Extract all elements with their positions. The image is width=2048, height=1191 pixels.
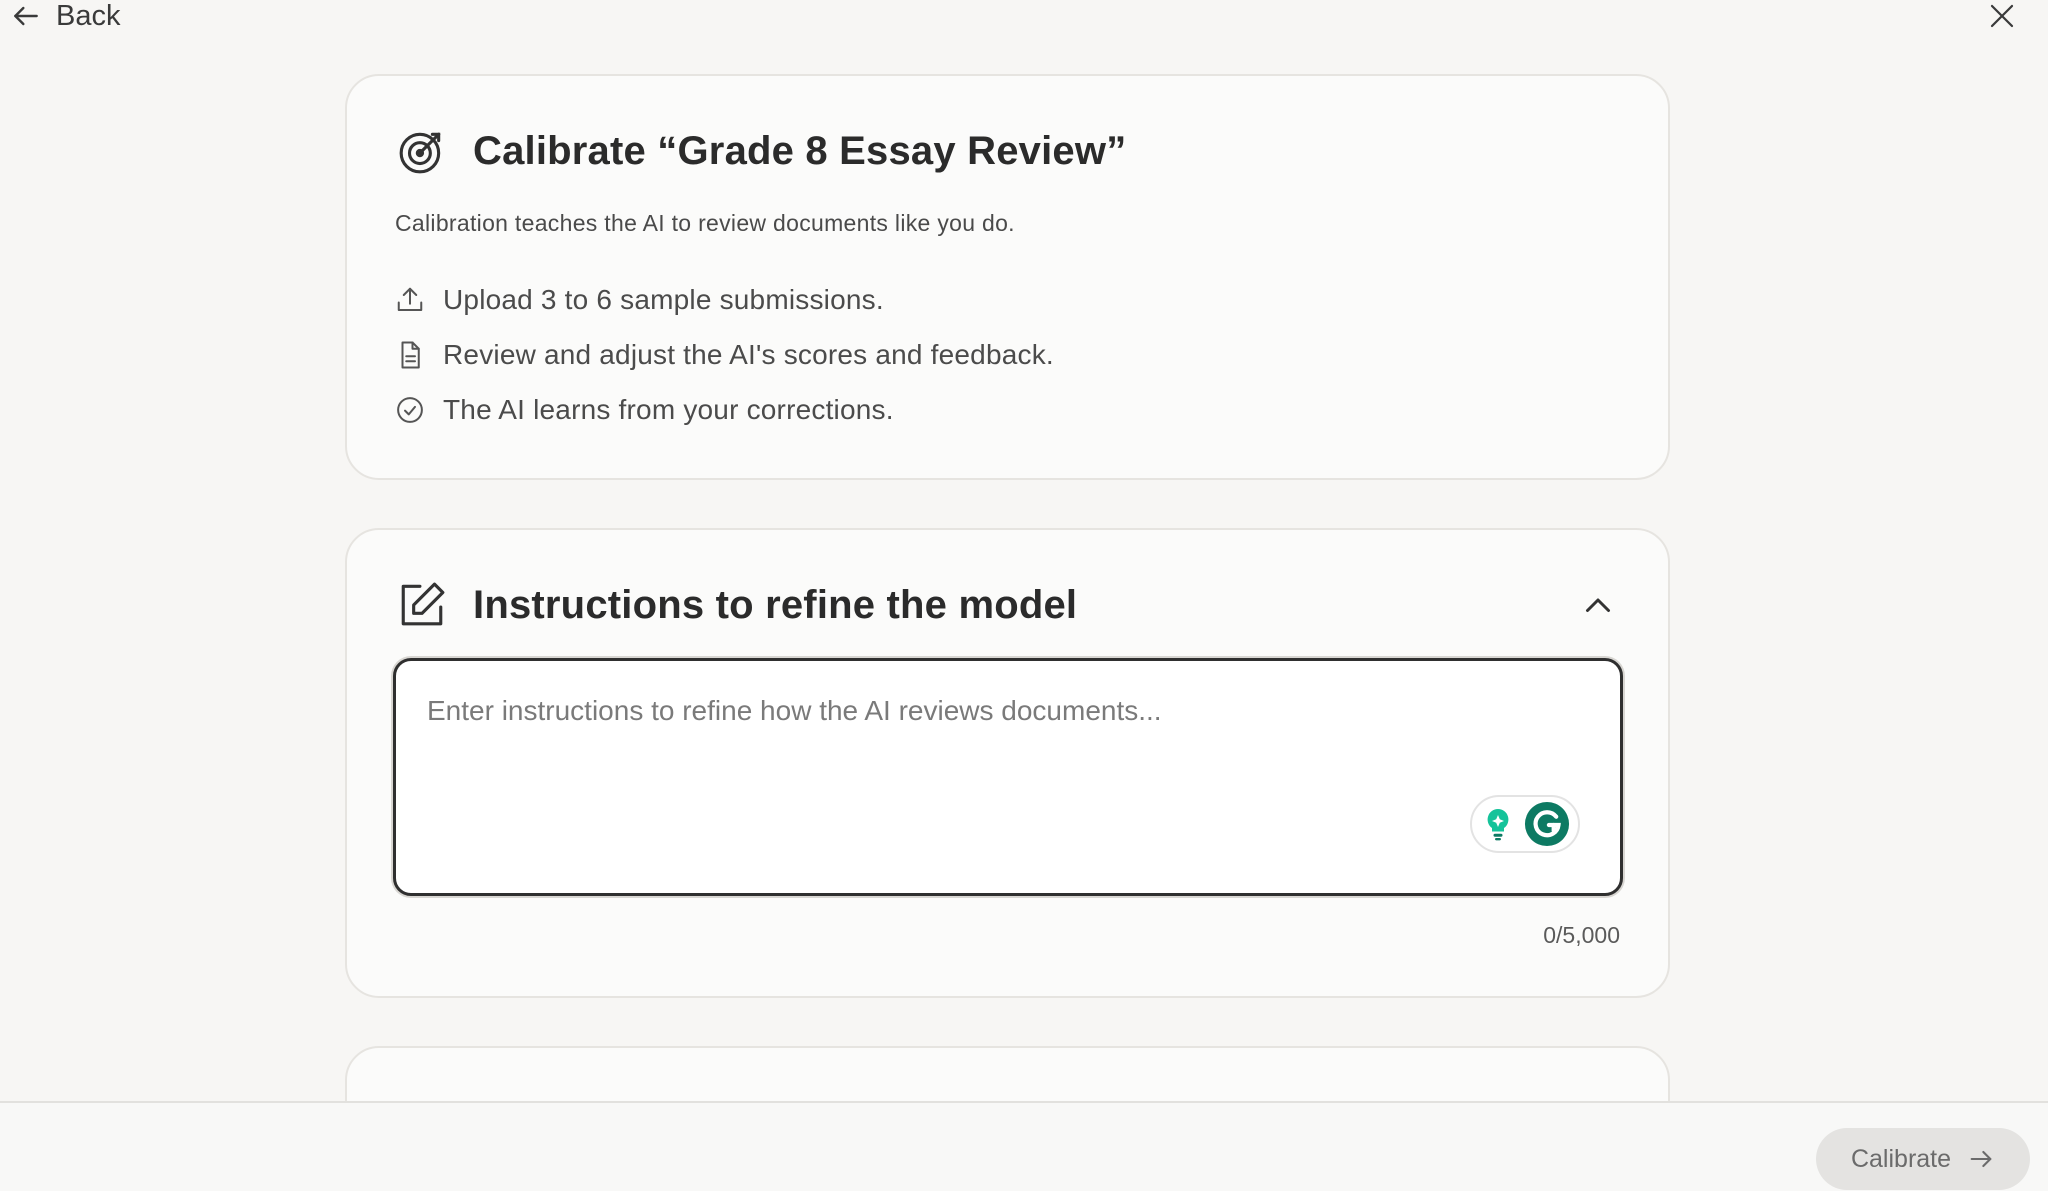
step-learn: The AI learns from your corrections.: [395, 382, 1054, 437]
step-text: Review and adjust the AI's scores and fe…: [443, 338, 1054, 370]
calibrate-button[interactable]: Calibrate: [1816, 1128, 2030, 1190]
edit-icon: [397, 580, 447, 630]
calibrate-label: Calibrate: [1850, 1144, 1952, 1173]
calibration-description: Calibration teaches the AI to review doc…: [395, 210, 1015, 236]
bottom-action-bar: Calibrate: [0, 1101, 2048, 1191]
check-circle-icon: [395, 395, 425, 425]
collapse-button[interactable]: [1578, 586, 1618, 626]
back-button[interactable]: Back: [10, 0, 120, 32]
instructions-card: Instructions to refine the model Enter i…: [345, 528, 1670, 998]
target-icon: [397, 126, 447, 176]
close-button[interactable]: [1986, 0, 2018, 32]
arrow-right-icon: [1970, 1150, 1992, 1168]
instructions-title: Instructions to refine the model: [473, 582, 1078, 627]
arrow-left-icon: [14, 6, 38, 26]
instructions-header: Instructions to refine the model: [397, 580, 1077, 630]
instructions-input[interactable]: [396, 661, 1620, 893]
step-upload: Upload 3 to 6 sample submissions.: [395, 272, 1054, 327]
character-count: 0/5,000: [1543, 922, 1620, 948]
grammarly-widget[interactable]: [1470, 795, 1580, 853]
instructions-textarea-wrapper: [393, 658, 1623, 896]
lightbulb-icon: [1487, 809, 1509, 841]
calibrate-title: Calibrate “Grade 8 Essay Review”: [473, 128, 1127, 173]
close-icon: [1990, 4, 2014, 28]
back-label: Back: [56, 0, 121, 32]
upload-icon: [395, 285, 425, 315]
document-icon: [395, 340, 425, 370]
calibration-intro-card: Calibrate “Grade 8 Essay Review” Calibra…: [345, 74, 1670, 480]
step-review: Review and adjust the AI's scores and fe…: [395, 327, 1054, 382]
calibration-page: Back Calibrate “Grade 8 Essay Review” Ca…: [0, 0, 2048, 1191]
chevron-up-icon: [1586, 598, 1610, 612]
step-text: The AI learns from your corrections.: [443, 393, 894, 425]
grammarly-icon: [1524, 801, 1570, 847]
step-text: Upload 3 to 6 sample submissions.: [443, 283, 884, 315]
calibration-steps: Upload 3 to 6 sample submissions. Review…: [395, 272, 1054, 437]
intro-header: Calibrate “Grade 8 Essay Review”: [397, 126, 1126, 176]
